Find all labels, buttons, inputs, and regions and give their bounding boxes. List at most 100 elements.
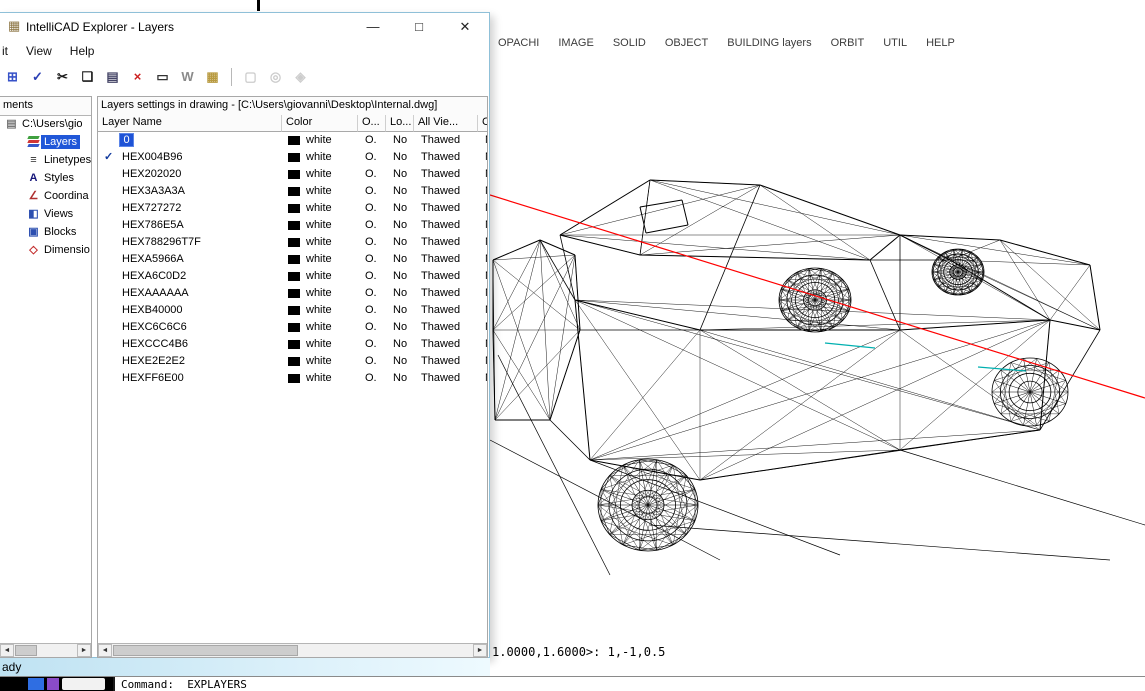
column-header-lo[interactable]: Lo...	[386, 115, 414, 132]
layer-lock-cell[interactable]: No	[386, 251, 414, 268]
layer-name-cell[interactable]: HEXFF6E00	[98, 370, 282, 387]
layer-on-cell[interactable]: O.	[358, 132, 386, 149]
menu-it[interactable]: it	[0, 41, 17, 63]
layer-lock-cell[interactable]: No	[386, 285, 414, 302]
taskbar-icon-white[interactable]	[62, 678, 105, 690]
layer-name-cell[interactable]: HEXC6C6C6	[98, 319, 282, 336]
minimize-button[interactable]: —	[356, 13, 390, 40]
layer-row[interactable]: HEX788296T7FwhiteO.NoThawedN	[98, 234, 487, 251]
layer-row[interactable]: HEX202020whiteO.NoThawedN	[98, 166, 487, 183]
layer-color-cell[interactable]: white	[282, 217, 358, 234]
layer-c-cell[interactable]: N	[478, 149, 487, 166]
app-menu-object[interactable]: OBJECT	[665, 37, 708, 53]
layer-c-cell[interactable]: N	[478, 234, 487, 251]
layer-on-cell[interactable]: O.	[358, 217, 386, 234]
layer-allviewports-cell[interactable]: Thawed	[414, 183, 478, 200]
layer-lock-cell[interactable]: No	[386, 217, 414, 234]
layer-lock-cell[interactable]: No	[386, 149, 414, 166]
titlebar[interactable]: ▦ IntelliCAD Explorer - Layers — □ ✕	[0, 13, 489, 41]
layer-c-cell[interactable]: N	[478, 251, 487, 268]
table-horizontal-scrollbar[interactable]: ◄ ►	[98, 643, 487, 657]
layer-on-cell[interactable]: O.	[358, 200, 386, 217]
layer-c-cell[interactable]: N	[478, 183, 487, 200]
layer-lock-cell[interactable]: No	[386, 234, 414, 251]
layer-on-cell[interactable]: O.	[358, 149, 386, 166]
column-header-o[interactable]: O...	[358, 115, 386, 132]
layer-row[interactable]: HEXE2E2E2whiteO.NoThawedN	[98, 353, 487, 370]
layer-lock-cell[interactable]: No	[386, 370, 414, 387]
layer-on-cell[interactable]: O.	[358, 336, 386, 353]
layer-row[interactable]: HEXC6C6C6whiteO.NoThawedN	[98, 319, 487, 336]
app-menu-help[interactable]: HELP	[926, 37, 955, 53]
sidebar-item-layers[interactable]: Layers	[0, 133, 91, 151]
scroll-right-icon[interactable]: ►	[473, 644, 487, 657]
layer-c-cell[interactable]: N	[478, 268, 487, 285]
cut-icon[interactable]: ✂	[52, 66, 73, 87]
rename-icon[interactable]: ▭	[152, 66, 173, 87]
layer-color-cell[interactable]: white	[282, 234, 358, 251]
layer-color-cell[interactable]: white	[282, 319, 358, 336]
sidebar-item-styles[interactable]: AStyles	[0, 169, 91, 187]
layer-color-cell[interactable]: white	[282, 132, 358, 149]
layer-name-cell[interactable]: HEXAAAAAA	[98, 285, 282, 302]
sidebar-item-dimensio[interactable]: ◇Dimensio	[0, 241, 91, 259]
layer-allviewports-cell[interactable]: Thawed	[414, 353, 478, 370]
layer-lock-cell[interactable]: No	[386, 166, 414, 183]
layer-name-cell[interactable]: HEXCCC4B6	[98, 336, 282, 353]
layer-row[interactable]: HEXCCC4B6whiteO.NoThawedN	[98, 336, 487, 353]
app-menu-util[interactable]: UTIL	[883, 37, 907, 53]
app-menu-solid[interactable]: SOLID	[613, 37, 646, 53]
layer-color-cell[interactable]: white	[282, 268, 358, 285]
layer-allviewports-cell[interactable]: Thawed	[414, 234, 478, 251]
layer-allviewports-cell[interactable]: Thawed	[414, 149, 478, 166]
layer-c-cell[interactable]: N	[478, 319, 487, 336]
box-icon[interactable]: ▢	[240, 66, 261, 87]
tree-panel-header[interactable]: ments	[0, 97, 91, 116]
layer-color-cell[interactable]: white	[282, 251, 358, 268]
layer-allviewports-cell[interactable]: Thawed	[414, 370, 478, 387]
layer-row[interactable]: HEXB40000whiteO.NoThawedN	[98, 302, 487, 319]
layer-allviewports-cell[interactable]: Thawed	[414, 336, 478, 353]
layer-allviewports-cell[interactable]: Thawed	[414, 302, 478, 319]
layer-name-cell[interactable]: 0	[98, 132, 282, 149]
lock-icon[interactable]: ◈	[290, 66, 311, 87]
layer-color-cell[interactable]: white	[282, 200, 358, 217]
scroll-left-icon[interactable]: ◄	[98, 644, 112, 657]
layer-row[interactable]: HEXFF6E00whiteO.NoThawedN	[98, 370, 487, 387]
file-icon[interactable]: ▦	[202, 66, 223, 87]
column-header-all-vie[interactable]: All Vie...	[414, 115, 478, 132]
app-menu-orbit[interactable]: ORBIT	[831, 37, 865, 53]
layer-color-cell[interactable]: white	[282, 149, 358, 166]
taskbar-icon-blue[interactable]	[28, 678, 44, 690]
layer-on-cell[interactable]: O.	[358, 370, 386, 387]
scrollbar-thumb[interactable]	[113, 645, 298, 656]
app-menu-building-layers[interactable]: BUILDING layers	[727, 37, 811, 53]
tree-horizontal-scrollbar[interactable]: ◄ ►	[0, 643, 91, 657]
layer-on-cell[interactable]: O.	[358, 353, 386, 370]
layer-lock-cell[interactable]: No	[386, 183, 414, 200]
layer-lock-cell[interactable]: No	[386, 302, 414, 319]
command-line[interactable]: Command: EXPLAYERS	[121, 678, 247, 691]
tree-root-folder[interactable]: ▤C:\Users\gio	[0, 115, 91, 133]
explore-new-icon[interactable]: ⊞	[2, 66, 23, 87]
layer-color-cell[interactable]: white	[282, 370, 358, 387]
layer-name-cell[interactable]: HEXE2E2E2	[98, 353, 282, 370]
column-header-layer-name[interactable]: Layer Name	[98, 115, 282, 132]
layer-row[interactable]: ✓HEX004B96whiteO.NoThawedN	[98, 149, 487, 166]
layer-color-cell[interactable]: white	[282, 166, 358, 183]
layer-name-cell[interactable]: ✓HEX004B96	[98, 149, 282, 166]
layer-name-cell[interactable]: HEX3A3A3A	[98, 183, 282, 200]
layer-on-cell[interactable]: O.	[358, 268, 386, 285]
menu-help[interactable]: Help	[61, 41, 104, 63]
layer-name-cell[interactable]: HEX788296T7F	[98, 234, 282, 251]
layer-color-cell[interactable]: white	[282, 336, 358, 353]
layer-allviewports-cell[interactable]: Thawed	[414, 132, 478, 149]
layer-lock-cell[interactable]: No	[386, 132, 414, 149]
scroll-right-icon[interactable]: ►	[77, 644, 91, 657]
layer-row[interactable]: HEX786E5AwhiteO.NoThawedN	[98, 217, 487, 234]
layer-color-cell[interactable]: white	[282, 353, 358, 370]
layer-row[interactable]: 0whiteO.NoThawedN	[98, 132, 487, 149]
layer-c-cell[interactable]: N	[478, 200, 487, 217]
taskbar-icon-purple[interactable]	[47, 678, 59, 690]
layer-c-cell[interactable]: N	[478, 353, 487, 370]
